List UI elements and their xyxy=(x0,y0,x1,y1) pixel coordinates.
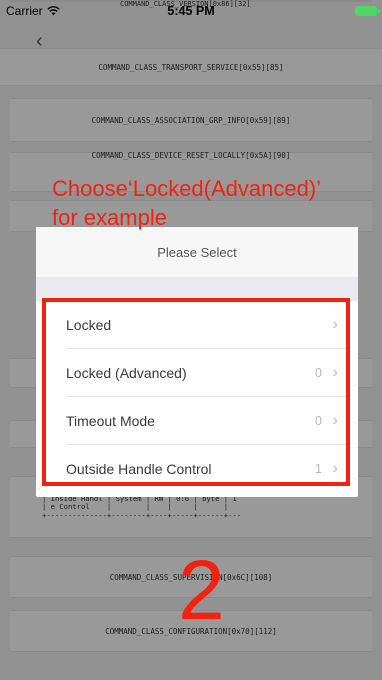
battery-icon xyxy=(355,6,380,16)
annotation-line-2: for example xyxy=(52,205,167,230)
status-time: 5:45 PM xyxy=(167,4,215,18)
chevron-left-icon[interactable]: ‹ xyxy=(36,31,43,51)
modal-title: Please Select xyxy=(36,227,358,277)
annotation-line-1: Choose‘Locked(Advanced)’ xyxy=(52,176,322,201)
annotation-instruction: Choose‘Locked(Advanced)’ for example xyxy=(52,174,372,232)
step-number: 2 xyxy=(178,543,225,637)
highlight-box xyxy=(42,298,350,486)
